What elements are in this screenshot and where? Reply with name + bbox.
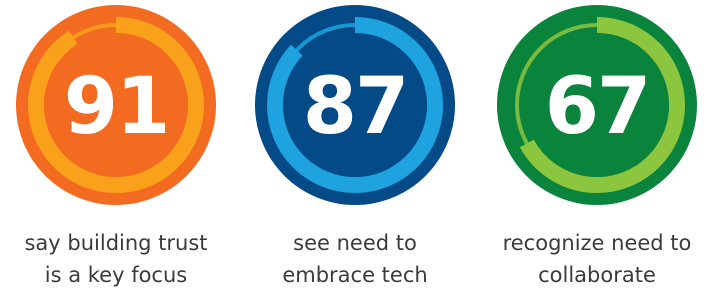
stat-card: 87 see need to embrace tech — [235, 0, 475, 292]
stat-caption: see need to embrace tech — [235, 227, 475, 291]
score-gauge: 91 — [16, 5, 216, 205]
gauge-value: 67 — [545, 62, 650, 152]
stat-caption: recognize need to collaborate — [477, 227, 717, 291]
caption-line: is a key focus — [44, 263, 188, 287]
stat-card: 91 say building trust is a key focus — [0, 0, 236, 292]
score-gauge: 67 — [497, 5, 697, 205]
score-gauge: 87 — [255, 5, 455, 205]
caption-line: embrace tech — [282, 263, 428, 287]
gauge-value: 87 — [303, 62, 408, 152]
caption-line: collaborate — [538, 263, 656, 287]
caption-line: say building trust — [24, 231, 208, 255]
stat-card: 67 recognize need to collaborate — [477, 0, 717, 292]
stat-caption: say building trust is a key focus — [0, 227, 236, 291]
gauge-value: 91 — [64, 62, 169, 152]
caption-line: recognize need to — [502, 231, 692, 255]
caption-line: see need to — [293, 231, 417, 255]
